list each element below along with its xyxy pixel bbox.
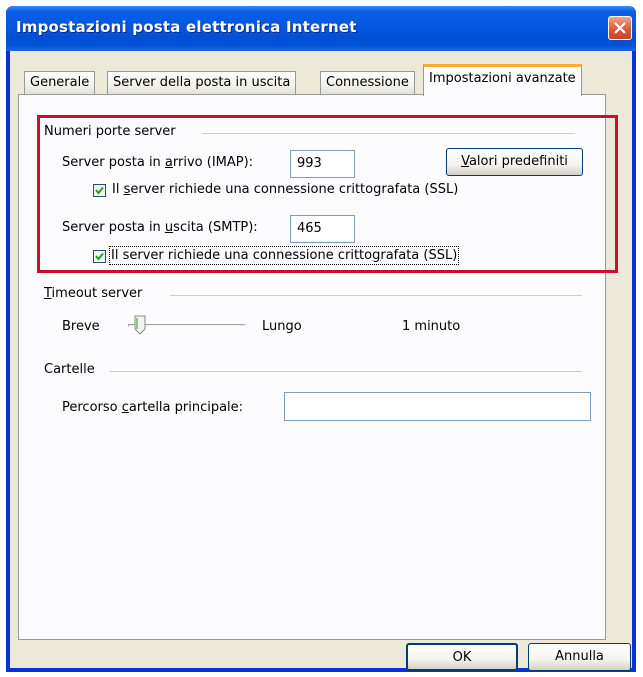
title-bar[interactable]: Impostazioni posta elettronica Internet <box>6 6 636 51</box>
tab-label: Connessione <box>326 75 409 90</box>
root-folder-label: Percorso cartella principale: <box>62 400 244 415</box>
root-folder-input[interactable] <box>284 392 591 421</box>
tab-label: Generale <box>30 75 90 90</box>
timeout-short-label: Breve <box>62 319 100 334</box>
dialog-title: Impostazioni posta elettronica Internet <box>16 18 357 36</box>
close-icon <box>614 22 626 34</box>
tab-server-posta-uscita[interactable]: Server della posta in uscita <box>107 71 297 95</box>
tab-generale[interactable]: Generale <box>24 71 96 95</box>
group-divider <box>110 371 582 372</box>
group-label-timeout: Timeout server <box>44 286 143 301</box>
timeout-long-label: Lungo <box>262 319 302 334</box>
group-label-cartelle: Cartelle <box>44 362 95 377</box>
group-divider <box>170 295 582 296</box>
tab-label: Impostazioni avanzate <box>429 71 576 86</box>
highlight-box <box>37 115 618 273</box>
timeout-value: 1 minuto <box>402 319 461 334</box>
tab-connessione[interactable]: Connessione <box>320 71 415 95</box>
tab-label: Server della posta in uscita <box>113 75 291 90</box>
dialog-body: Generale Server della posta in uscita Co… <box>10 51 632 671</box>
timeout-slider-thumb[interactable] <box>134 315 146 335</box>
ok-button[interactable]: OK <box>406 643 518 671</box>
tab-impostazioni-avanzate[interactable]: Impostazioni avanzate <box>423 64 582 96</box>
close-button[interactable] <box>608 16 632 40</box>
cancel-button[interactable]: Annulla <box>528 643 631 671</box>
dialog-window: Impostazioni posta elettronica Internet … <box>6 6 636 672</box>
